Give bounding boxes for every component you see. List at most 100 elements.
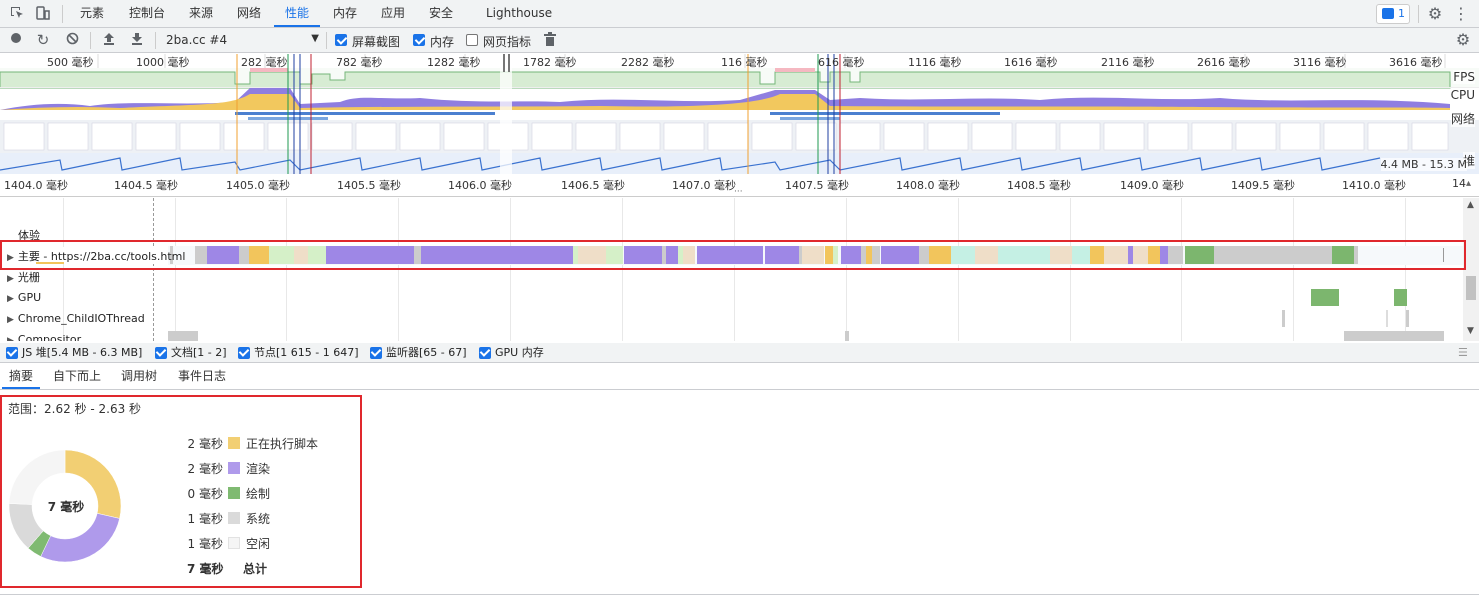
compositor-task-block[interactable]	[1344, 331, 1444, 341]
tab-security[interactable]: 安全	[429, 0, 453, 27]
ruler-tick: 1407.5 毫秒	[785, 179, 849, 192]
separator	[90, 32, 91, 49]
gpu-task-block[interactable]	[1311, 289, 1339, 306]
legend-ms: 0 毫秒	[187, 487, 223, 501]
tab-memory[interactable]: 内存	[333, 0, 357, 27]
ruler-tick: 1405.5 毫秒	[337, 179, 401, 192]
listeners-chip[interactable]: 监听器[65 - 67]	[364, 343, 473, 363]
screenshots-checkbox[interactable]	[335, 34, 347, 46]
raster-track-label[interactable]: ▶ 光栅	[7, 269, 40, 285]
reload-record-icon[interactable]: ↻	[35, 32, 51, 48]
ruler-tick: 1409.5 毫秒	[1231, 179, 1295, 192]
experience-track-label[interactable]: 体验	[18, 227, 40, 243]
timeline-overview[interactable]: 500 毫秒 1000 毫秒 282 毫秒 782 毫秒 1282 毫秒 178…	[0, 54, 1479, 174]
flame-chart[interactable]: 体验 ▶ 主要 - https://2ba.cc/tools.html ▶ 光栅…	[0, 198, 1479, 341]
overview-tick: 2616 毫秒	[1197, 56, 1251, 69]
compositor-track-label[interactable]: ▶ Compositor	[7, 333, 81, 341]
garbage-collect-icon[interactable]	[542, 32, 558, 48]
tab-call-tree[interactable]: 调用树	[121, 364, 157, 389]
separator	[1418, 5, 1419, 23]
memory-checkbox[interactable]	[413, 34, 425, 46]
expand-arrow-icon[interactable]: ▶	[7, 274, 14, 284]
memory-label: 内存	[430, 35, 455, 49]
expand-arrow-icon[interactable]: ▶	[7, 315, 14, 325]
checkbox[interactable]	[370, 347, 382, 359]
tab-network[interactable]: 网络	[237, 0, 261, 27]
memory-counters-bar: JS 堆[5.4 MB - 6.3 MB] 文档[1 - 2] 节点[1 615…	[0, 343, 1479, 363]
download-icon[interactable]	[129, 32, 145, 48]
ruler-tick: 1408.0 毫秒	[896, 179, 960, 192]
devtools-tab-bar: 元素 控制台 来源 网络 性能 内存 应用 安全 Lighthouse 1 ⚙ …	[0, 0, 1479, 28]
legend-name: 绘制	[246, 487, 271, 501]
grid-line	[734, 198, 735, 341]
main-track-label[interactable]: ▶ 主要 - https://2ba.cc/tools.html	[7, 248, 185, 264]
scrollbar-thumb[interactable]	[1466, 276, 1476, 300]
checkbox[interactable]	[6, 347, 18, 359]
time-ruler: 1404.0 毫秒 1404.5 毫秒 1405.0 毫秒 1405.5 毫秒 …	[0, 175, 1479, 197]
recording-select[interactable]: 2ba.cc #4 ▼	[160, 30, 323, 50]
web-vitals-checkbox[interactable]	[466, 34, 478, 46]
tab-performance[interactable]: 性能	[274, 0, 321, 27]
scroll-down-icon[interactable]: ▼	[1467, 326, 1474, 336]
nodes-label: 节点[1 615 - 1 647]	[254, 346, 359, 359]
compositor-task-block[interactable]	[845, 331, 849, 341]
checkbox[interactable]	[479, 347, 491, 359]
childio-task-block[interactable]	[1386, 310, 1388, 327]
checkbox[interactable]	[238, 347, 250, 359]
resize-handle-icon[interactable]: ···	[734, 187, 743, 197]
childio-task-block[interactable]	[1406, 310, 1409, 327]
expand-arrow-icon[interactable]: ▶	[7, 294, 14, 304]
checkbox[interactable]	[155, 347, 167, 359]
flame-scrollbar[interactable]: ▲ ▼	[1463, 198, 1479, 341]
legend-swatch	[228, 537, 240, 549]
ruler-tick: 1408.5 毫秒	[1007, 179, 1071, 192]
expand-arrow-icon[interactable]: ▶	[7, 336, 14, 341]
tab-console[interactable]: 控制台	[129, 0, 165, 27]
legend-swatch	[228, 462, 240, 474]
tab-lighthouse[interactable]: Lighthouse	[486, 0, 552, 27]
capture-settings-gear-icon[interactable]: ⚙	[1455, 32, 1471, 48]
separator	[326, 32, 327, 49]
more-options-icon[interactable]: ⋮	[1452, 5, 1470, 23]
gpu-memory-label: GPU 内存	[495, 346, 544, 359]
device-toolbar-icon[interactable]	[34, 5, 52, 23]
gpu-track-label[interactable]: ▶ GPU	[7, 291, 41, 304]
upload-icon[interactable]	[101, 32, 117, 48]
nodes-chip[interactable]: 节点[1 615 - 1 647]	[232, 343, 364, 363]
tab-elements[interactable]: 元素	[80, 0, 104, 27]
tab-bottom-up[interactable]: 自下而上	[53, 364, 101, 389]
main-track-row[interactable]	[168, 246, 1464, 265]
record-button[interactable]	[8, 32, 24, 48]
clear-icon[interactable]	[64, 32, 80, 48]
scroll-up-icon[interactable]: ▲	[1467, 200, 1474, 210]
gpu-task-block[interactable]	[1394, 289, 1407, 306]
tab-sources[interactable]: 来源	[189, 0, 213, 27]
js-heap-chip[interactable]: JS 堆[5.4 MB - 6.3 MB]	[0, 343, 149, 363]
legend-ms: 2 毫秒	[187, 437, 223, 451]
overview-tick: 3116 毫秒	[1293, 56, 1347, 69]
gpu-memory-chip[interactable]: GPU 内存	[473, 343, 552, 363]
childio-task-block[interactable]	[1282, 310, 1285, 327]
issues-button[interactable]: 1	[1376, 4, 1410, 24]
legend-name: 渲染	[246, 462, 271, 476]
legend-name: 正在执行脚本	[246, 437, 319, 451]
expand-arrow-icon[interactable]: ▶	[7, 253, 14, 263]
settings-gear-icon[interactable]: ⚙	[1426, 5, 1444, 23]
ruler-tick: 14	[1452, 177, 1466, 190]
tab-application[interactable]: 应用	[381, 0, 405, 27]
overview-tick: 3616 毫秒	[1389, 56, 1443, 69]
tab-event-log[interactable]: 事件日志	[178, 364, 226, 389]
fps-lane-label: FPS	[1453, 70, 1475, 84]
drag-handle-icon[interactable]: ☰	[1458, 346, 1468, 359]
tab-summary[interactable]: 摘要	[2, 364, 41, 389]
cpu-lane-label: CPU	[1450, 88, 1475, 102]
scroll-up-arrow-icon[interactable]: ▴	[1466, 178, 1471, 189]
childio-track-label[interactable]: ▶ Chrome_ChildIOThread	[7, 312, 145, 325]
legend-swatch	[228, 437, 240, 449]
ruler-tick: 1409.0 毫秒	[1120, 179, 1184, 192]
inspect-element-icon[interactable]	[8, 5, 26, 23]
documents-chip[interactable]: 文档[1 - 2]	[149, 343, 232, 363]
compositor-task-block[interactable]	[168, 331, 198, 341]
overview-tick: 1116 毫秒	[908, 56, 962, 69]
childio-track-title: Chrome_ChildIOThread	[17, 312, 145, 325]
